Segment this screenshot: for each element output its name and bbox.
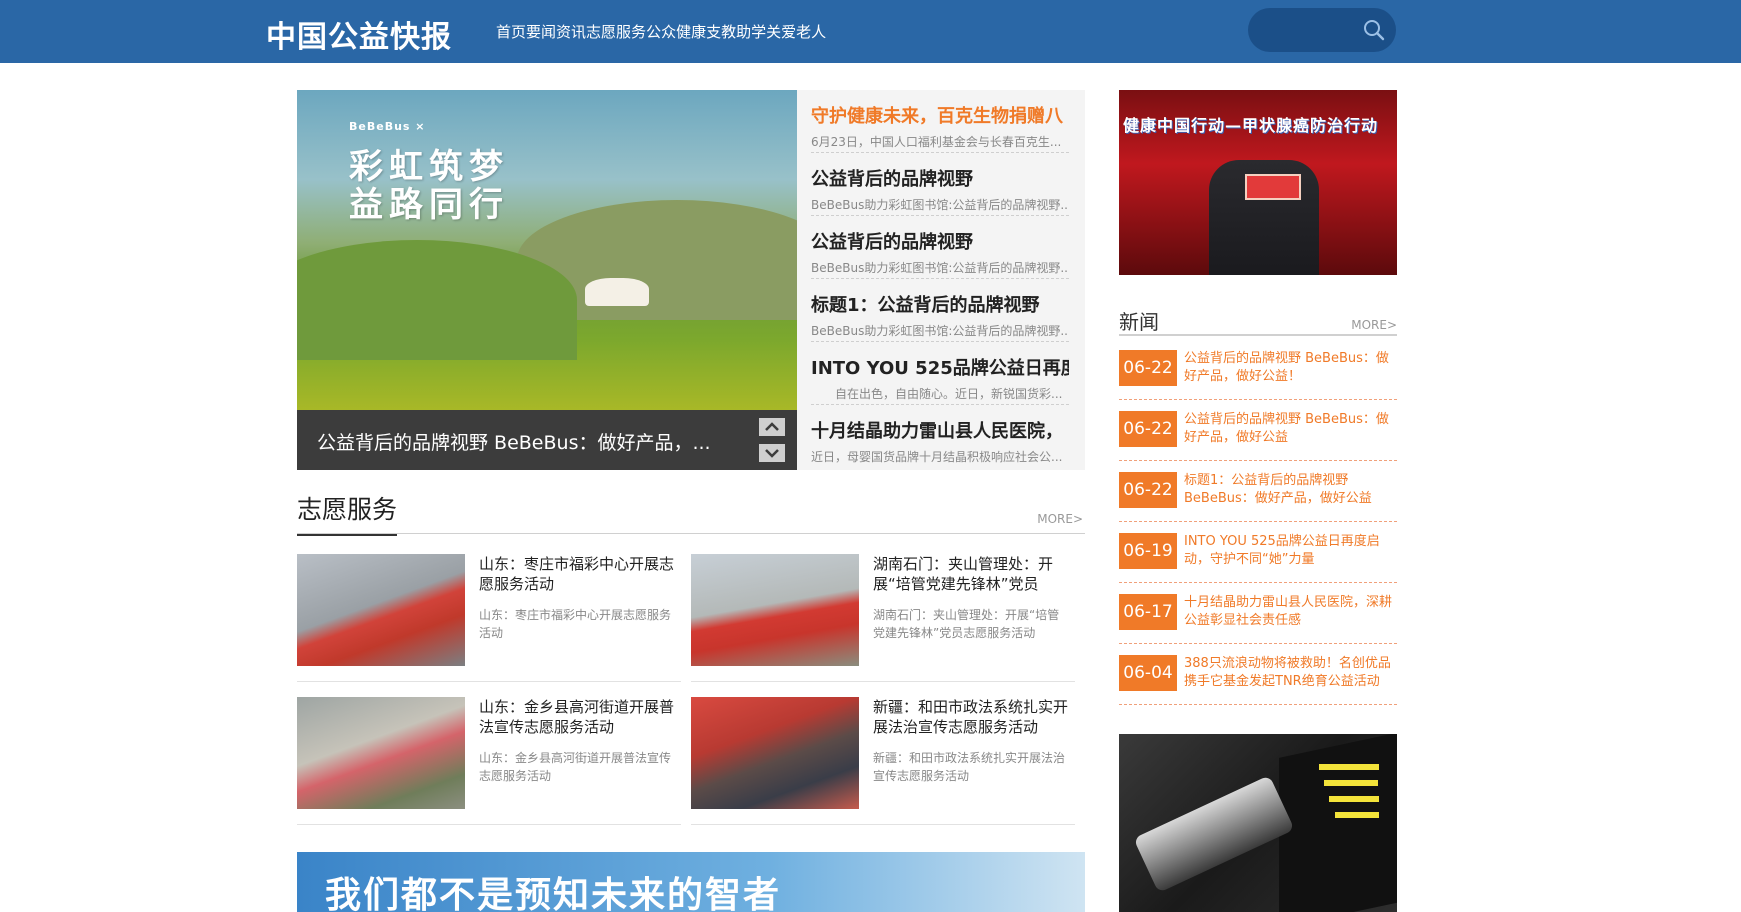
main-nav: 首页 要闻 资讯 志愿服务 公众健康 支教助学 关爱老人 <box>496 21 826 42</box>
more-link[interactable]: MORE> <box>1037 512 1083 526</box>
headline-item[interactable]: 公益背后的品牌视野 BeBeBus助力彩虹图书馆:公益背后的品牌视野... <box>811 153 1069 216</box>
carousel-caption-bar: 公益背后的品牌视野 BeBeBus：做好产品，... <box>297 410 797 470</box>
volunteer-item[interactable]: 山东：金乡县高河街道开展普法宣传志愿服务活动 山东：金乡县高河街道开展普法宣传志… <box>297 697 681 825</box>
volunteer-desc: 新疆：和田市政法系统扎实开展法治宣传志愿服务活动 <box>873 751 1066 783</box>
volunteer-item[interactable]: 新疆：和田市政法系统扎实开展法治宣传志愿服务活动 新疆：和田市政法系统扎实开展法… <box>691 697 1075 825</box>
yurt-decoration <box>585 278 649 306</box>
headline-summary: BeBeBus助力彩虹图书馆:公益背后的品牌视野... <box>811 324 1069 338</box>
volunteer-thumbnail[interactable] <box>691 554 859 666</box>
volunteer-thumbnail[interactable] <box>297 697 465 809</box>
ad-text: 健康中国行动—甲状腺癌防治行动 <box>1123 116 1379 135</box>
volunteer-title[interactable]: 山东：枣庄市福彩中心开展志愿服务活动 <box>479 554 675 596</box>
volunteer-desc: 山东：枣庄市福彩中心开展志愿服务活动 <box>479 608 672 640</box>
news-title[interactable]: 十月结晶助力雷山县人民医院，深耕公益彰显社会责任感 <box>1184 594 1396 632</box>
featured-carousel[interactable]: BeBeBus × 彩虹筑梦 益路同行 公益背后的品牌视野 BeBeBus：做好… <box>297 90 797 470</box>
headline-summary: 6月23日，中国人口福利基金会与长春百克生... <box>811 135 1062 149</box>
slogan-line-2: 益路同行 <box>349 185 509 225</box>
headline-item[interactable]: 标题1：公益背后的品牌视野 BeBeBus助力彩虹图书馆:公益背后的品牌视野..… <box>811 279 1069 342</box>
search-input[interactable] <box>1264 18 1354 42</box>
headline-title[interactable]: 十月结晶助力雷山县人民医院， <box>811 417 1069 443</box>
volunteer-thumbnail[interactable] <box>691 697 859 809</box>
section-title: 志愿服务 <box>297 490 398 536</box>
news-item[interactable]: 06-22 公益背后的品牌视野 BeBeBus：做好产品，做好公益！ <box>1119 348 1397 400</box>
volunteer-title[interactable]: 山东：金乡县高河街道开展普法宣传志愿服务活动 <box>479 697 675 739</box>
headline-summary: BeBeBus助力彩虹图书馆:公益背后的品牌视野... <box>811 198 1069 212</box>
carousel-brand-text: BeBeBus × <box>349 120 426 133</box>
nav-item-news[interactable]: 要闻 <box>526 21 556 42</box>
news-item[interactable]: 06-04 388只流浪动物将被救助！名创优品携手它基金发起TNR绝育公益活动 <box>1119 653 1397 705</box>
right-ad-image[interactable]: 健康中国行动—甲状腺癌防治行动 <box>1119 90 1397 275</box>
news-date: 06-22 <box>1119 411 1177 447</box>
nav-item-elderly[interactable]: 关爱老人 <box>766 21 826 42</box>
news-item[interactable]: 06-19 INTO YOU 525品牌公益日再度启动，守护不同“她”力量 <box>1119 531 1397 583</box>
news-title[interactable]: 标题1：公益背后的品牌视野 BeBeBus：做好产品，做好公益 <box>1184 472 1396 510</box>
volunteer-title[interactable]: 湖南石门：夹山管理处：开展“培管党建先锋林”党员 <box>873 554 1069 596</box>
headline-item[interactable]: INTO YOU 525品牌公益日再度 自在出色，自由随心。近日，新锐国货彩..… <box>811 342 1069 405</box>
highlight-bar-decoration <box>1335 812 1379 818</box>
headline-item[interactable]: 十月结晶助力雷山县人民医院， 近日，母婴国货品牌十月结晶积极响应社会公... <box>811 405 1069 468</box>
search-box <box>1248 8 1396 52</box>
volunteer-item[interactable]: 湖南石门：夹山管理处：开展“培管党建先锋林”党员 湖南石门：夹山管理处：开展“培… <box>691 554 1075 682</box>
news-title[interactable]: 388只流浪动物将被救助！名创优品携手它基金发起TNR绝育公益活动 <box>1184 655 1396 693</box>
volunteer-thumbnail[interactable] <box>297 554 465 666</box>
news-date: 06-17 <box>1119 594 1177 630</box>
slogan-line-1: 彩虹筑梦 <box>349 147 509 187</box>
carousel-slogan: 彩虹筑梦 益路同行 <box>349 148 509 224</box>
headline-title[interactable]: 公益背后的品牌视野 <box>811 165 1069 191</box>
ad-board-decoration <box>1245 174 1301 200</box>
site-logo[interactable]: 中国公益快报 <box>266 12 452 56</box>
news-item[interactable]: 06-17 十月结晶助力雷山县人民医院，深耕公益彰显社会责任感 <box>1119 592 1397 644</box>
volunteer-title[interactable]: 新疆：和田市政法系统扎实开展法治宣传志愿服务活动 <box>873 697 1069 739</box>
chevron-up-icon <box>765 422 779 431</box>
volunteer-item[interactable]: 山东：枣庄市福彩中心开展志愿服务活动 山东：枣庄市福彩中心开展志愿服务活动 <box>297 554 681 682</box>
promo-banner[interactable]: 我们都不是预知未来的智者 <box>297 852 1085 912</box>
carousel-caption[interactable]: 公益背后的品牌视野 BeBeBus：做好产品，... <box>317 428 737 455</box>
search-icon[interactable] <box>1362 18 1386 42</box>
news-title[interactable]: 公益背后的品牌视野 BeBeBus：做好产品，做好公益 <box>1184 411 1396 449</box>
news-item[interactable]: 06-22 标题1：公益背后的品牌视野 BeBeBus：做好产品，做好公益 <box>1119 470 1397 522</box>
highlight-bar-decoration <box>1329 796 1379 802</box>
news-title[interactable]: INTO YOU 525品牌公益日再度启动，守护不同“她”力量 <box>1184 533 1396 571</box>
headline-title[interactable]: INTO YOU 525品牌公益日再度 <box>811 354 1069 380</box>
nav-item-volunteer[interactable]: 志愿服务 <box>586 21 646 42</box>
nav-item-health[interactable]: 公众健康 <box>646 21 706 42</box>
headline-summary: 近日，母婴国货品牌十月结晶积极响应社会公... <box>811 450 1063 464</box>
headline-title[interactable]: 标题1：公益背后的品牌视野 <box>811 291 1069 317</box>
highlight-bar-decoration <box>1319 764 1379 770</box>
volunteer-desc: 山东：金乡县高河街道开展普法宣传志愿服务活动 <box>479 751 672 783</box>
highlight-bar-decoration <box>1324 780 1378 786</box>
site-header: 中国公益快报 首页 要闻 资讯 志愿服务 公众健康 支教助学 关爱老人 <box>0 0 1741 63</box>
right-ad-image-2[interactable] <box>1119 734 1397 912</box>
carousel-next-button[interactable] <box>759 444 785 462</box>
headline-item[interactable]: 公益背后的品牌视野 BeBeBus助力彩虹图书馆:公益背后的品牌视野... <box>811 216 1069 279</box>
headline-list: 守护健康未来，百克生物捐赠八 6月23日，中国人口福利基金会与长春百克生... … <box>797 90 1085 470</box>
section-title: 新闻 <box>1119 310 1159 334</box>
banner-text: 我们都不是预知未来的智者 <box>325 875 782 912</box>
nav-item-info[interactable]: 资讯 <box>556 21 586 42</box>
nav-item-education[interactable]: 支教助学 <box>706 21 766 42</box>
news-date: 06-04 <box>1119 655 1177 691</box>
volunteer-section-header: 志愿服务 MORE> <box>297 490 1085 536</box>
news-date: 06-22 <box>1119 350 1177 386</box>
headline-summary: 自在出色，自由随心。近日，新锐国货彩... <box>835 387 1063 401</box>
more-link[interactable]: MORE> <box>1351 318 1397 332</box>
carousel-slide-image[interactable]: BeBeBus × 彩虹筑梦 益路同行 <box>297 90 797 410</box>
news-item[interactable]: 06-22 公益背后的品牌视野 BeBeBus：做好产品，做好公益 <box>1119 409 1397 461</box>
chevron-down-icon <box>765 449 779 458</box>
headline-title[interactable]: 公益背后的品牌视野 <box>811 228 1069 254</box>
headline-title[interactable]: 守护健康未来，百克生物捐赠八 <box>811 102 1069 128</box>
carousel-prev-button[interactable] <box>759 418 785 436</box>
lens-decoration <box>1133 775 1295 893</box>
news-section-header: 新闻 MORE> <box>1119 306 1397 336</box>
news-title[interactable]: 公益背后的品牌视野 BeBeBus：做好产品，做好公益！ <box>1184 350 1396 388</box>
volunteer-desc: 湖南石门：夹山管理处：开展“培管党建先锋林”党员志愿服务活动 <box>873 608 1060 640</box>
magazine-page-decoration <box>1279 734 1397 912</box>
headline-item[interactable]: 守护健康未来，百克生物捐赠八 6月23日，中国人口福利基金会与长春百克生... <box>811 90 1069 153</box>
headline-summary: BeBeBus助力彩虹图书馆:公益背后的品牌视野... <box>811 261 1069 275</box>
news-date: 06-22 <box>1119 472 1177 508</box>
nav-item-home[interactable]: 首页 <box>496 21 526 42</box>
news-date: 06-19 <box>1119 533 1177 569</box>
